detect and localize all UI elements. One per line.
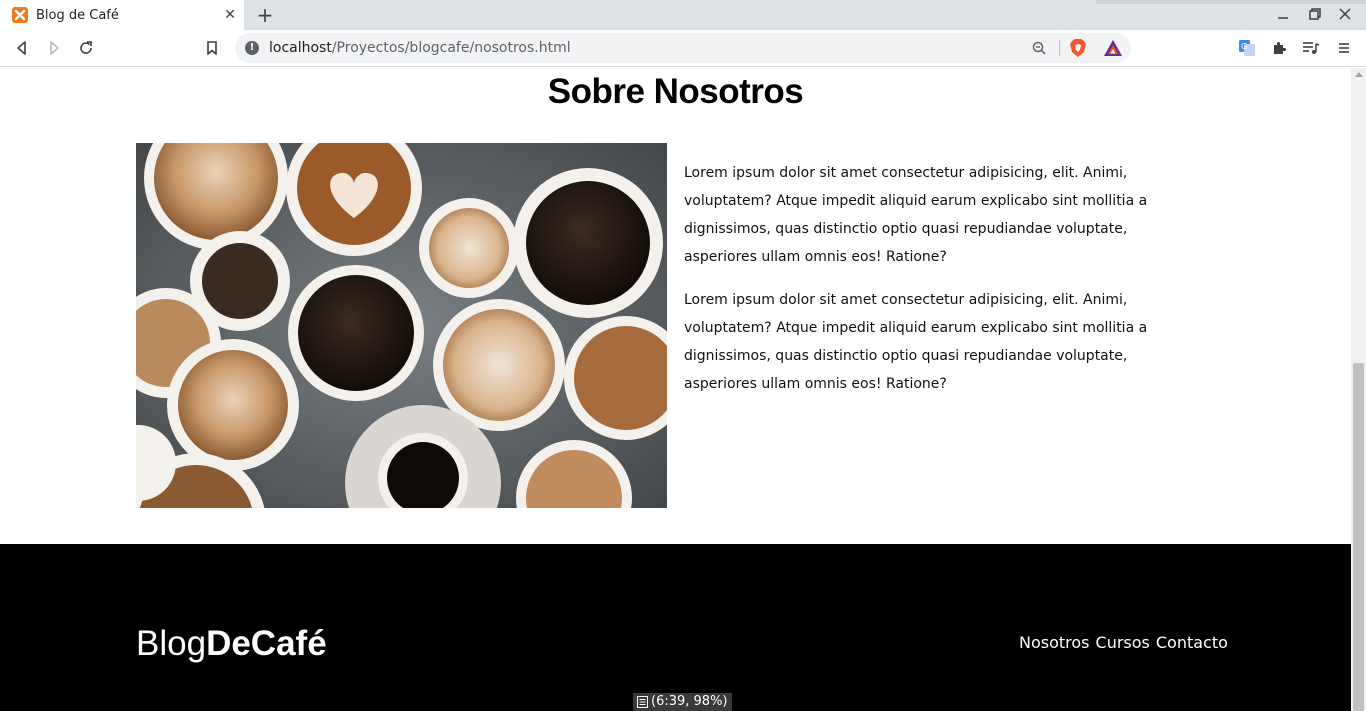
close-tab-icon[interactable]: ✕ (222, 7, 238, 23)
footer-logo[interactable]: BlogDeCafé (136, 624, 327, 664)
restore-icon[interactable] (1307, 6, 1325, 24)
media-control-icon[interactable] (1300, 37, 1322, 59)
about-paragraph-1: Lorem ipsum dolor sit amet consectetur a… (684, 165, 1148, 265)
site-footer: BlogDeCafé Nosotros Cursos Contacto (0, 544, 1351, 711)
address-bar[interactable]: ! localhost/Proyectos/blogcafe/nosotros.… (235, 33, 1131, 63)
document-icon (637, 696, 648, 708)
menu-icon[interactable] (1333, 37, 1355, 59)
svg-text:G: G (1241, 42, 1247, 51)
scroll-up-arrow-icon[interactable] (1355, 72, 1363, 77)
forward-icon[interactable] (43, 37, 65, 59)
tab-title: Blog de Café (36, 7, 119, 23)
translate-icon[interactable]: G (1236, 37, 1258, 59)
coffee-cups-image (136, 143, 667, 508)
page-scrollbar[interactable] (1351, 68, 1366, 711)
status-bubble: (6:39, 98%) (633, 693, 732, 711)
bookmark-icon[interactable] (201, 37, 223, 59)
minimize-icon[interactable] (1275, 6, 1293, 24)
footer-link-nosotros[interactable]: Nosotros (1019, 633, 1090, 652)
close-window-icon[interactable] (1337, 6, 1355, 24)
scrollbar-thumb[interactable] (1353, 363, 1364, 711)
browser-toolbar: ! localhost/Proyectos/blogcafe/nosotros.… (0, 30, 1366, 67)
new-tab-button[interactable]: + (254, 4, 276, 26)
back-icon[interactable] (11, 37, 33, 59)
status-text: (6:39, 98%) (651, 694, 728, 709)
page-viewport: Sobre Nosotros Lorem ipsum dolor sit ame… (0, 68, 1351, 711)
footer-nav: Nosotros Cursos Contacto (1019, 633, 1228, 652)
about-paragraph-2: Lorem ipsum dolor sit amet consectetur a… (684, 292, 1148, 392)
page-title: Sobre Nosotros (547, 72, 804, 111)
zoom-icon[interactable] (1031, 40, 1047, 60)
about-text: Lorem ipsum dolor sit amet consectetur a… (684, 159, 1204, 413)
window-edge (1096, 0, 1366, 4)
brave-shields-icon[interactable] (1069, 38, 1087, 62)
footer-link-cursos[interactable]: Cursos (1096, 633, 1150, 652)
tab-strip: Blog de Café ✕ + (0, 0, 1366, 30)
brave-rewards-icon[interactable] (1103, 39, 1123, 61)
reload-icon[interactable] (75, 37, 97, 59)
extensions-icon[interactable] (1268, 37, 1290, 59)
url-text[interactable]: localhost/Proyectos/blogcafe/nosotros.ht… (269, 40, 571, 56)
footer-link-contacto[interactable]: Contacto (1156, 633, 1228, 652)
xampp-favicon-icon (12, 7, 28, 23)
site-info-icon[interactable]: ! (245, 41, 259, 55)
browser-tab[interactable]: Blog de Café ✕ (0, 0, 244, 30)
omnibox-divider (1059, 40, 1060, 56)
